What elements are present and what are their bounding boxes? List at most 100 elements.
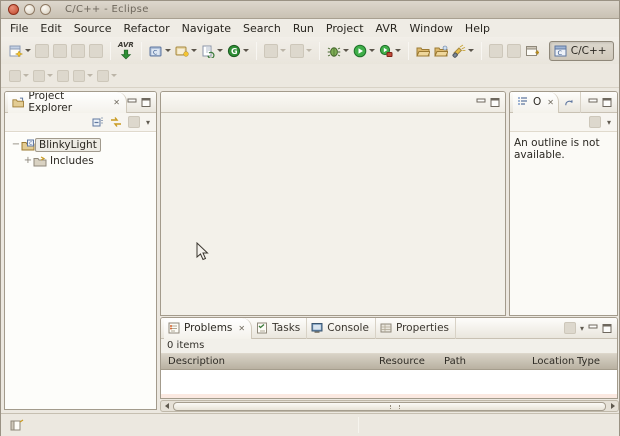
menu-file[interactable]: File: [4, 20, 34, 37]
tab-properties-label: Properties: [395, 322, 450, 334]
project-explorer-close-icon[interactable]: ✕: [113, 98, 120, 107]
previous-annotation-caret: [47, 74, 53, 77]
menu-edit[interactable]: Edit: [34, 20, 67, 37]
outline-toolbar: ▾: [510, 113, 617, 132]
coverage-dropdown-caret: [305, 49, 312, 52]
scrollbar-thumb[interactable]: [173, 401, 606, 411]
open-resource-button[interactable]: [432, 40, 450, 62]
back-history-icon: [73, 69, 85, 82]
view-menu-icon[interactable]: ▾: [146, 118, 150, 127]
editor-area[interactable]: [160, 91, 506, 316]
tab-problems[interactable]: Problems ✕: [164, 318, 253, 339]
open-element-button[interactable]: [414, 40, 432, 62]
debug-dropdown-caret[interactable]: [342, 49, 349, 52]
run-button[interactable]: [351, 40, 377, 62]
tasks-icon: [257, 322, 268, 334]
g-run-button[interactable]: G: [225, 40, 251, 62]
view-menu-icon[interactable]: ▾: [580, 324, 584, 333]
column-location[interactable]: Location: [532, 356, 574, 367]
window-close-button[interactable]: [8, 4, 19, 15]
avr-upload-button[interactable]: AVR: [116, 39, 136, 63]
tree-label-includes[interactable]: Includes: [47, 155, 97, 167]
external-tools-dropdown-caret[interactable]: [394, 49, 401, 52]
project-explorer-content[interactable]: − C BlinkyLight + Includes: [5, 133, 156, 409]
menu-refactor[interactable]: Refactor: [118, 20, 176, 37]
menu-navigate[interactable]: Navigate: [176, 20, 237, 37]
toolbar-separator: [140, 41, 142, 60]
problems-close-icon[interactable]: ✕: [238, 324, 245, 333]
collapse-all-icon[interactable]: [92, 116, 104, 128]
previous-annotation-icon: [33, 69, 45, 82]
maximize-icon[interactable]: [141, 97, 151, 107]
search-flashlight-icon: [452, 44, 466, 58]
tab-properties[interactable]: Properties: [376, 318, 457, 339]
column-path[interactable]: Path: [444, 356, 466, 367]
minimize-icon[interactable]: [588, 324, 598, 333]
g-run-dropdown-caret[interactable]: [242, 49, 249, 52]
column-description[interactable]: Description: [168, 356, 225, 367]
new-file-dropdown-caret[interactable]: [190, 49, 197, 52]
status-bar: [1, 413, 619, 436]
scroll-right-arrow[interactable]: [607, 401, 618, 411]
open-perspective-button[interactable]: [523, 40, 541, 62]
menu-help[interactable]: Help: [459, 20, 496, 37]
maximize-icon[interactable]: [490, 97, 500, 107]
editor-empty-area[interactable]: [161, 113, 505, 315]
menu-search[interactable]: Search: [237, 20, 287, 37]
column-type[interactable]: Type: [577, 356, 600, 367]
run-icon: [353, 44, 367, 57]
debug-bug-icon: [327, 46, 341, 57]
build-config-button[interactable]: [199, 40, 225, 62]
column-resource[interactable]: Resource: [379, 356, 425, 367]
svg-text:G: G: [231, 47, 238, 56]
link-with-editor-icon[interactable]: [110, 116, 122, 128]
window-maximize-button[interactable]: [40, 4, 51, 15]
minimize-icon[interactable]: [476, 98, 486, 107]
scroll-left-arrow[interactable]: [161, 401, 172, 411]
new-wizard-button[interactable]: [7, 40, 33, 62]
new-file-button[interactable]: [173, 40, 199, 62]
new-wizard-dropdown-caret[interactable]: [25, 49, 31, 52]
search-dropdown-caret[interactable]: [467, 49, 474, 52]
tab-console[interactable]: Console: [307, 318, 376, 339]
tree-row-blinkylight[interactable]: − C BlinkyLight: [11, 137, 156, 153]
new-c-project-button[interactable]: C: [147, 40, 173, 62]
menu-source[interactable]: Source: [68, 20, 118, 37]
maximize-icon[interactable]: [602, 97, 612, 107]
external-tools-button[interactable]: [377, 40, 403, 62]
titlebar[interactable]: C/C++ - Eclipse: [1, 1, 619, 19]
menu-window[interactable]: Window: [404, 20, 459, 37]
make-targets-tab[interactable]: [559, 92, 581, 113]
expand-expander-icon[interactable]: +: [23, 156, 33, 166]
build-config-dropdown-caret[interactable]: [216, 49, 223, 52]
perspective-c-cpp-button[interactable]: C C/C++: [548, 40, 614, 61]
problems-view: Problems ✕ Tasks Console Properties ▾ 0 …: [160, 317, 618, 399]
view-menu-icon[interactable]: ▾: [607, 118, 611, 127]
menu-project[interactable]: Project: [320, 20, 370, 37]
minimize-icon[interactable]: [588, 98, 598, 107]
run-dropdown-caret[interactable]: [368, 49, 375, 52]
debug-button[interactable]: [325, 40, 351, 62]
search-button[interactable]: [450, 40, 476, 62]
main-toolbar: AVR C G C C/C++: [1, 37, 619, 64]
outline-tab[interactable]: O ✕: [513, 92, 559, 113]
window-minimize-button[interactable]: [24, 4, 35, 15]
problems-table-body[interactable]: [161, 394, 617, 398]
editor-tab-strip: [161, 92, 505, 113]
project-explorer-tab[interactable]: Project Explorer ✕: [8, 92, 127, 114]
problems-table-header: Description Resource Path Location Type: [161, 354, 617, 370]
tree-label-blinkylight[interactable]: BlinkyLight: [35, 138, 101, 152]
new-c-project-dropdown-caret[interactable]: [164, 49, 171, 52]
menu-run[interactable]: Run: [287, 20, 320, 37]
fast-view-icon[interactable]: [10, 419, 24, 432]
bottom-horizontal-scrollbar[interactable]: [160, 400, 619, 412]
minimize-icon[interactable]: [127, 98, 137, 107]
menu-avr[interactable]: AVR: [370, 20, 404, 37]
outline-close-icon[interactable]: ✕: [547, 98, 554, 107]
tree-row-includes[interactable]: + Includes: [11, 153, 156, 169]
outline-minmax: [588, 97, 614, 107]
collapse-expander-icon[interactable]: −: [11, 140, 21, 150]
tab-tasks[interactable]: Tasks: [252, 318, 308, 339]
outline-message: An outline is not available.: [510, 132, 617, 166]
maximize-icon[interactable]: [602, 323, 612, 333]
